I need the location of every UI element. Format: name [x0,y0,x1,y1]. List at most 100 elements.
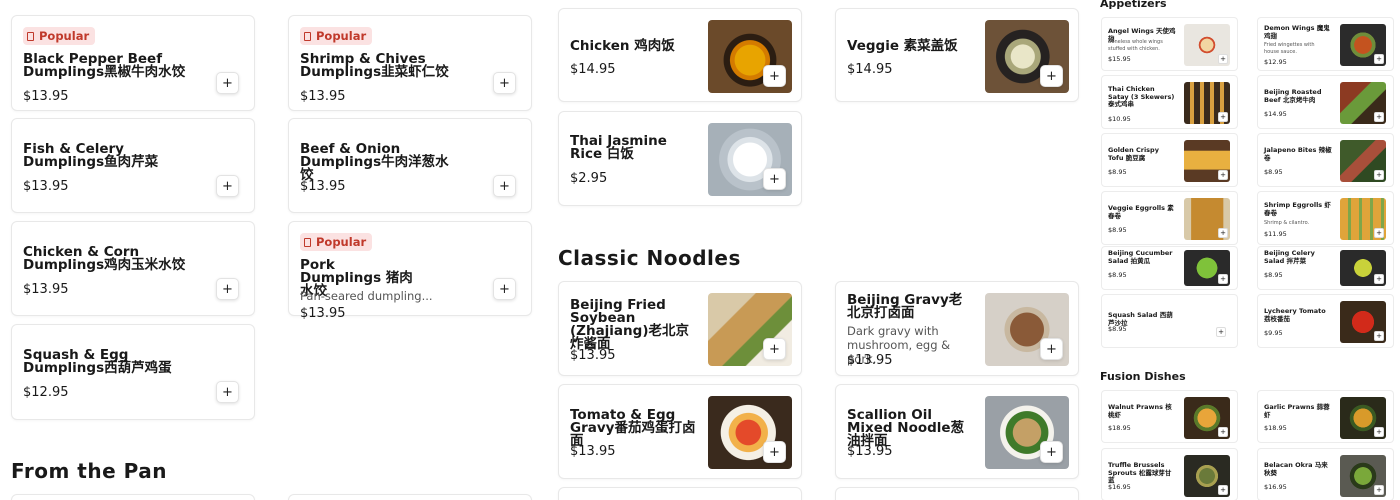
menu-item-card[interactable]: Fish & Celery Dumplings鱼肉芹菜 $13.95 + [11,118,255,213]
add-button[interactable]: + [1374,331,1384,341]
menu-item-card[interactable]: Beef & Onion Dumplings牛肉洋葱水饺 $13.95 + [288,118,532,213]
menu-item-card[interactable]: Popular Shrimp & Chives Dumplings韭菜虾仁饺 $… [288,15,532,111]
add-button[interactable]: + [1218,54,1228,64]
appetizer-card[interactable]: Beijing Cucumber Salad 拍黄瓜 $8.95 + [1101,246,1238,290]
item-price: $13.95 [23,282,69,297]
menu-item-card[interactable]: Veggie 素菜盖饭 $14.95 + [835,8,1079,102]
fire-icon [304,237,311,247]
add-button[interactable]: + [1374,485,1384,495]
item-title: Beijing Gravy老北京打卤面 [847,292,963,321]
food-image: + [1184,397,1230,439]
appetizer-card[interactable]: Squash Salad 西葫芦沙拉 $8.95 + [1101,294,1238,348]
appetizer-card[interactable]: Beijing Celery Salad 拌芹菜 $8.95 + [1257,246,1394,290]
item-title: Shrimp Eggrolls 虾春卷 [1264,201,1331,217]
appetizer-card[interactable]: Veggie Eggrolls 素春卷 $8.95 + [1101,191,1238,245]
add-button[interactable]: + [1374,228,1384,238]
fusion-card[interactable]: Truffle Brussels Sprouts 松露球芽甘蓝 $16.95 + [1101,448,1238,500]
section-title-classic-noodles: Classic Noodles [558,246,741,270]
add-button[interactable]: + [1218,228,1228,238]
item-title: Golden Crispy Tofu 脆豆腐 [1108,146,1159,162]
add-button[interactable]: + [1218,485,1228,495]
add-button[interactable]: + [216,278,239,300]
item-price: $13.95 [300,179,346,194]
add-button[interactable]: + [493,278,516,300]
menu-item-card[interactable]: Scallion Oil Mixed Noodle葱油拌面 $13.95 + [835,384,1079,479]
appetizer-card[interactable]: Jalapeno Bites 辣椒卷 $8.95 + [1257,133,1394,187]
menu-item-card[interactable]: Beijing Fried Soybean (Zhajiang)老北京炸酱面 $… [558,281,802,376]
menu-item-card[interactable] [558,487,802,500]
fusion-card[interactable]: Belacan Okra 马来秋葵 $16.95 + [1257,448,1394,500]
add-button[interactable]: + [1218,112,1228,122]
fire-icon [27,31,34,41]
item-title: Shrimp & Chives Dumplings韭菜虾仁饺 [300,51,449,80]
menu-item-card[interactable] [835,487,1079,500]
appetizer-card[interactable]: Shrimp Eggrolls 虾春卷 Shrimp & cilantro. $… [1257,191,1394,245]
fusion-card[interactable]: Walnut Prawns 核桃虾 $18.95 + [1101,390,1238,443]
appetizer-card[interactable]: Lycheery Tomato 荔枝番茄 $9.95 + [1257,294,1394,348]
popular-badge: Popular [300,233,373,251]
food-image: + [985,396,1069,469]
appetizer-card[interactable]: Beijing Roasted Beef 北京烤牛肉 $14.95 + [1257,75,1394,129]
add-button[interactable]: + [216,72,239,94]
menu-item-card[interactable]: Chicken 鸡肉饭 $14.95 + [558,8,802,102]
food-image: + [708,123,792,196]
food-image: + [1340,301,1386,343]
appetizer-card[interactable]: Angel Wings 天使鸡翅 Boneless whole wings st… [1101,17,1238,71]
appetizer-card[interactable]: Demon Wings 魔鬼鸡翅 Fried wingettes with ho… [1257,17,1394,71]
add-button[interactable]: + [763,441,786,463]
menu-item-card[interactable]: Thai Jasmine Rice 白饭 $2.95 + [558,111,802,206]
item-title: Squash & Egg Dumplings西葫芦鸡蛋 [23,347,172,376]
item-price: $13.95 [570,348,616,363]
item-description: Shrimp & cilantro. [1264,220,1310,226]
add-button[interactable]: + [763,65,786,87]
menu-item-card[interactable] [288,494,532,500]
item-price: $16.95 [1108,483,1131,491]
menu-item-card[interactable] [11,494,255,500]
item-title: Black Pepper Beef Dumplings黑椒牛肉水饺 [23,51,186,80]
menu-item-card[interactable]: Squash & Egg Dumplings西葫芦鸡蛋 $12.95 + [11,324,255,420]
appetizer-card[interactable]: Thai Chicken Satay (3 Skewers) 泰式鸡串 $10.… [1101,75,1238,129]
item-price: $14.95 [1264,110,1287,118]
item-title: Beef & Onion Dumplings牛肉洋葱水饺 [300,141,449,183]
add-button[interactable]: + [216,175,239,197]
add-button[interactable]: + [763,338,786,360]
add-button[interactable]: + [493,72,516,94]
menu-item-card[interactable]: Popular Black Pepper Beef Dumplings黑椒牛肉水… [11,15,255,111]
menu-item-card[interactable]: Popular Pork Dumplings 猪肉水饺 Pan-seared d… [288,221,532,321]
add-button[interactable]: + [763,168,786,190]
fusion-card[interactable]: Garlic Prawns 蒜蓉虾 $18.95 + [1257,390,1394,443]
add-button[interactable]: + [1040,441,1063,463]
item-price: $10.95 [1108,115,1131,123]
food-image: + [1184,250,1230,286]
add-button[interactable]: + [1374,112,1384,122]
add-button[interactable]: + [1374,427,1384,437]
item-price: $8.95 [1108,226,1127,234]
food-image: + [708,20,792,93]
food-image: + [1340,455,1386,497]
add-button[interactable]: + [1374,274,1384,284]
item-title: Chicken 鸡肉饭 [570,38,675,54]
food-image: + [1340,198,1386,240]
item-price: $14.95 [570,62,616,77]
add-button[interactable]: + [493,175,516,197]
add-button[interactable]: + [1216,327,1226,337]
item-price: $13.95 [847,353,893,368]
add-button[interactable]: + [1040,338,1063,360]
item-price: $8.95 [1108,325,1127,333]
add-button[interactable]: + [1374,54,1384,64]
add-button[interactable]: + [1374,170,1384,180]
add-button[interactable]: + [1218,274,1228,284]
add-button[interactable]: + [1218,170,1228,180]
food-image: + [708,396,792,469]
add-button[interactable]: + [1040,65,1063,87]
appetizer-card[interactable]: Golden Crispy Tofu 脆豆腐 $8.95 + [1101,133,1238,187]
item-price: $9.95 [1264,329,1283,337]
item-title: Thai Jasmine Rice 白饭 [570,133,667,162]
badge-label: Popular [316,235,367,249]
menu-item-card[interactable]: Beijing Gravy老北京打卤面 Dark gravy with mush… [835,281,1079,376]
menu-item-card[interactable]: Tomato & Egg Gravy番茄鸡蛋打卤面 $13.95 + [558,384,802,479]
item-price: $13.95 [570,444,616,459]
add-button[interactable]: + [216,381,239,403]
add-button[interactable]: + [1218,427,1228,437]
menu-item-card[interactable]: Chicken & Corn Dumplings鸡肉玉米水饺 $13.95 + [11,221,255,316]
